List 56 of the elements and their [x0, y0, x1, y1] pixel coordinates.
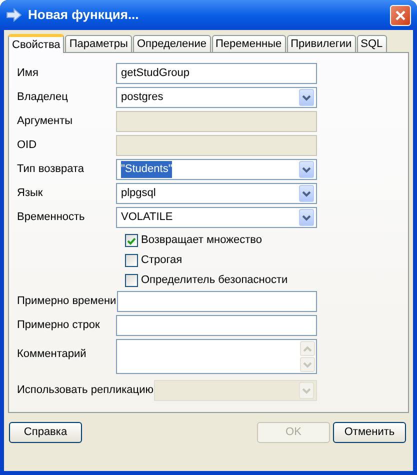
chevron-down-icon [303, 362, 312, 368]
tab[interactable]: Свойства [8, 34, 64, 53]
field-label: Комментарий [17, 348, 86, 360]
field-label: Имя [17, 66, 40, 82]
checkbox-label[interactable]: Возвращает множество [141, 232, 262, 249]
checkbox-label[interactable]: Строгая [141, 252, 182, 269]
dropdown-arrow-button[interactable] [299, 161, 314, 178]
chevron-down-icon [302, 190, 311, 196]
checkbox[interactable] [125, 234, 138, 247]
field-label: Владелец [17, 90, 69, 106]
chevron-down-icon [302, 214, 311, 220]
field-value: "Students" [121, 161, 172, 178]
input-field[interactable]: getStudGroup [116, 63, 317, 84]
chevron-up-icon [303, 346, 312, 352]
checkbox[interactable] [125, 254, 138, 267]
tab[interactable]: Параметры [65, 35, 132, 52]
field-value: plpgsql [121, 186, 156, 202]
input-field[interactable] [116, 315, 317, 336]
close-icon [395, 10, 406, 20]
tab[interactable]: Определение [132, 35, 211, 52]
arrow-icon [6, 8, 22, 22]
checkmark-icon [127, 236, 136, 244]
comment-field[interactable] [116, 339, 317, 374]
window-title: Новая функция... [28, 6, 139, 24]
tab[interactable]: Переменные [212, 35, 286, 52]
tab[interactable]: SQL [356, 35, 387, 52]
dropdown-field[interactable]: "Students" [116, 159, 317, 180]
chevron-down-icon [302, 388, 311, 394]
field-label: OID [17, 138, 38, 154]
field-label: Использовать репликацию [17, 383, 154, 398]
field-label: Временность [17, 210, 86, 226]
field-label: Тип возврата [17, 162, 86, 178]
scroll-down-button[interactable] [300, 357, 315, 372]
input-field[interactable] [117, 291, 317, 312]
tab[interactable]: Привилегии [286, 35, 356, 52]
chevron-down-icon [302, 166, 311, 172]
field-label: Язык [17, 186, 44, 202]
scroll-up-button[interactable] [300, 341, 315, 356]
dropdown-field[interactable]: postgres [116, 87, 317, 108]
field-label: Аргументы [17, 114, 74, 130]
field-label: Примерно времени [17, 294, 118, 310]
chevron-down-icon [302, 94, 311, 100]
checkbox[interactable] [125, 274, 138, 287]
dropdown-field[interactable]: VOLATILE [116, 207, 317, 228]
dropdown-arrow-button[interactable] [299, 185, 314, 202]
dialog-button[interactable]: Отменить [333, 422, 406, 443]
field-value: getStudGroup [121, 66, 190, 82]
dropdown-arrow-button[interactable] [299, 209, 314, 226]
field-label: Примерно строк [17, 318, 101, 334]
field-value: postgres [121, 90, 164, 106]
close-button[interactable] [390, 4, 411, 26]
dropdown-arrow-button[interactable] [299, 89, 314, 106]
dialog-button[interactable]: Справка [9, 422, 82, 443]
dropdown-field[interactable]: plpgsql [116, 183, 317, 204]
checkbox-label[interactable]: Определитель безопасности [141, 272, 288, 289]
field-value: VOLATILE [121, 210, 173, 226]
